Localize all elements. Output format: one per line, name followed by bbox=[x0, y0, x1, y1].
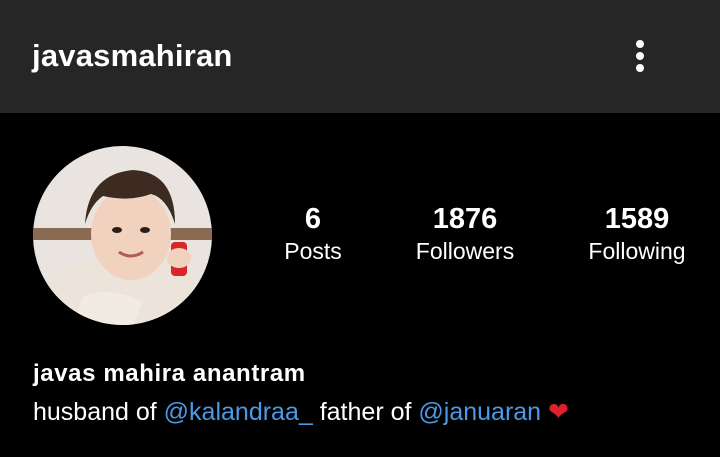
following-stat[interactable]: 1589 Following bbox=[557, 202, 717, 266]
bio-text: father of bbox=[312, 398, 419, 426]
following-label: Following bbox=[588, 238, 686, 264]
followers-stat[interactable]: 1876 Followers bbox=[385, 202, 545, 266]
heart-icon: ❤ bbox=[548, 397, 569, 426]
following-count: 1589 bbox=[604, 203, 670, 235]
bio-text: husband of bbox=[33, 398, 164, 426]
avatar[interactable] bbox=[33, 146, 212, 325]
profile-photo-icon bbox=[33, 146, 212, 325]
more-vertical-icon-dot bbox=[636, 64, 644, 72]
posts-stat[interactable]: 6 Posts bbox=[233, 202, 393, 266]
more-vertical-icon-dot bbox=[636, 52, 644, 60]
top-bar: javasmahiran bbox=[0, 0, 720, 113]
more-vertical-icon bbox=[636, 40, 644, 48]
username-title: javasmahiran bbox=[32, 38, 233, 73]
display-name: javas mahira anantram bbox=[33, 360, 306, 387]
bio: husband of @kalandraa_ father of @januar… bbox=[33, 397, 569, 427]
followers-count: 1876 bbox=[432, 203, 498, 235]
mention-link-kalandraa[interactable]: @kalandraa_ bbox=[164, 398, 313, 426]
posts-label: Posts bbox=[284, 238, 342, 264]
more-options-button[interactable] bbox=[622, 36, 658, 76]
followers-label: Followers bbox=[415, 238, 515, 264]
posts-count: 6 bbox=[304, 203, 322, 235]
mention-link-januaran[interactable]: @januaran bbox=[418, 398, 541, 426]
